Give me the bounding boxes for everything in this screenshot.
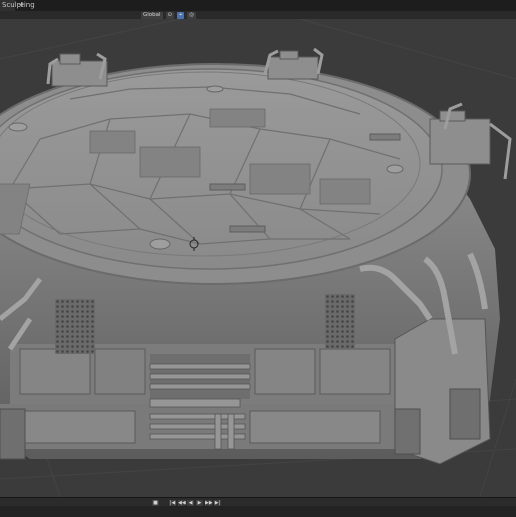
transform-orientation-dropdown[interactable]: Global	[141, 11, 163, 19]
keyframe-button[interactable]: ■	[152, 500, 159, 506]
pipes-front	[149, 363, 251, 450]
sculpt-model-render	[0, 19, 516, 497]
viewport-header	[0, 11, 516, 19]
play-reverse-button[interactable]: ◀	[187, 500, 194, 506]
next-keyframe-button[interactable]: ▶▶	[205, 500, 213, 506]
proportional-editing-icon[interactable]: ◎	[187, 11, 197, 19]
timeline-strip	[0, 498, 516, 506]
play-button[interactable]: ▶	[196, 500, 203, 506]
tab-sculpting[interactable]: Sculpting	[0, 0, 35, 11]
add-workspace-button[interactable]: +	[18, 0, 25, 10]
transform-orientation-label: Global	[143, 11, 161, 18]
jump-start-button[interactable]: |◀	[169, 500, 176, 506]
snap-icon[interactable]: ⌖	[177, 11, 185, 19]
playback-controls: ■ |◀ ◀◀ ◀ ▶ ▶▶ ▶|	[152, 500, 221, 506]
header-tool-group: Global ⊙ ⌖ ◎	[141, 11, 197, 19]
jump-end-button[interactable]: ▶|	[214, 500, 221, 506]
3d-viewport[interactable]	[0, 19, 516, 497]
prev-keyframe-button[interactable]: ◀◀	[178, 500, 186, 506]
pivot-icon[interactable]: ⊙	[165, 11, 175, 19]
timeline-bar: ■ |◀ ◀◀ ◀ ▶ ▶▶ ▶|	[0, 497, 516, 517]
